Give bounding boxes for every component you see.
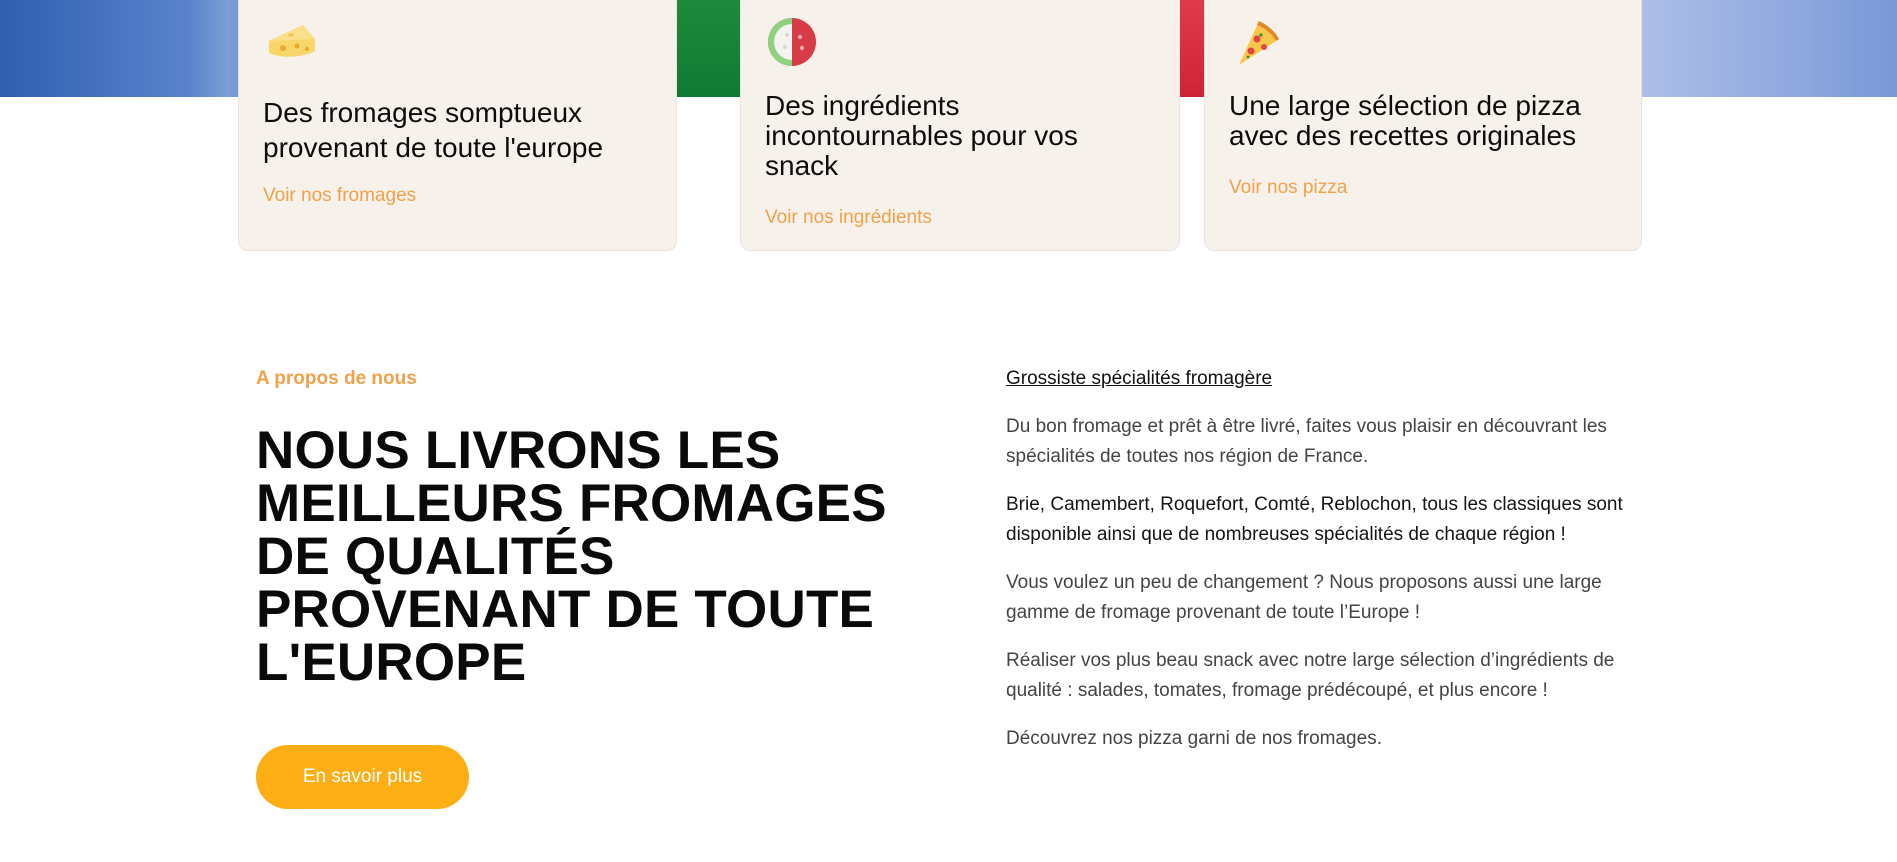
learn-more-button[interactable]: En savoir plus xyxy=(256,745,469,809)
card-title: Une large sélection de pizza avec des re… xyxy=(1229,90,1581,151)
pizza-slice-icon xyxy=(1239,21,1279,65)
card-title: Des ingrédients incontournables pour vos… xyxy=(765,90,1078,181)
see-cheeses-link[interactable]: Voir nos fromages xyxy=(263,185,416,207)
about-paragraph: Vous voulez un peu de changement ? Nous … xyxy=(1006,572,1602,623)
about-section-intro: A propos de nous NOUS LIVRONS LES MEILLE… xyxy=(256,368,936,809)
see-pizza-link[interactable]: Voir nos pizza xyxy=(1229,177,1347,199)
about-sub-heading-link[interactable]: Grossiste spécialités fromagère xyxy=(1006,368,1272,390)
about-section-text: Grossiste spécialités fromagère Du bon f… xyxy=(1006,368,1666,772)
cheese-icon xyxy=(269,25,315,57)
feature-card-pizza: Une large sélection de pizza avec des re… xyxy=(1204,0,1642,251)
about-title: NOUS LIVRONS LES MEILLEURS FROMAGES DE Q… xyxy=(256,421,887,692)
feature-card-ingredients: Des ingrédients incontournables pour vos… xyxy=(740,0,1180,251)
hero-sky-right xyxy=(1640,0,1897,97)
tomato-mozzarella-icon xyxy=(768,18,816,66)
about-paragraph: Découvrez nos pizza garni de nos fromage… xyxy=(1006,728,1382,749)
about-paragraph: Brie, Camembert, Roquefort, Comté, Reblo… xyxy=(1006,494,1623,545)
page: Des fromages somptueux provenant de tout… xyxy=(0,0,1897,862)
feature-cards: Des fromages somptueux provenant de tout… xyxy=(238,0,1642,252)
see-ingredients-link[interactable]: Voir nos ingrédients xyxy=(765,207,932,229)
card-title: Des fromages somptueux provenant de tout… xyxy=(263,97,604,163)
feature-card-cheese: Des fromages somptueux provenant de tout… xyxy=(238,0,677,251)
about-eyebrow: A propos de nous xyxy=(256,368,417,389)
about-paragraph: Du bon fromage et prêt à être livré, fai… xyxy=(1006,416,1607,467)
about-paragraph: Réaliser vos plus beau snack avec notre … xyxy=(1006,650,1615,701)
